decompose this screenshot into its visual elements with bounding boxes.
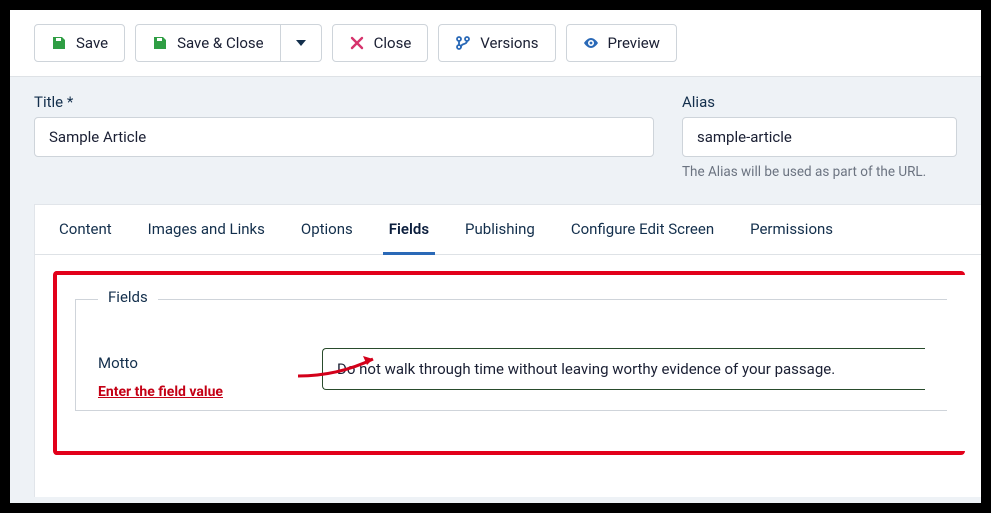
preview-button[interactable]: Preview xyxy=(566,24,677,62)
motto-input[interactable] xyxy=(322,348,925,390)
close-icon xyxy=(349,35,365,51)
fields-fieldset: Fields Motto Enter the field value xyxy=(75,299,947,411)
save-close-group: Save & Close xyxy=(135,24,322,62)
title-input[interactable] xyxy=(34,117,654,157)
title-alias-row: Title * Alias The Alias will be used as … xyxy=(10,77,981,188)
close-label: Close xyxy=(374,34,412,52)
fields-legend: Fields xyxy=(98,288,158,306)
versions-button[interactable]: Versions xyxy=(438,24,555,62)
tabs-panel: Content Images and Links Options Fields … xyxy=(34,204,981,497)
chevron-down-icon xyxy=(293,35,309,51)
tab-permissions[interactable]: Permissions xyxy=(744,206,839,255)
save-icon xyxy=(51,35,67,51)
tab-content[interactable]: Content xyxy=(53,206,118,255)
tab-options[interactable]: Options xyxy=(295,206,359,255)
branch-icon xyxy=(455,35,471,51)
save-close-dropdown[interactable] xyxy=(281,24,322,62)
alias-hint: The Alias will be used as part of the UR… xyxy=(682,164,957,180)
annotation-highlight: Fields Motto Enter the field value xyxy=(53,271,965,455)
motto-label: Motto xyxy=(98,354,288,372)
save-icon xyxy=(152,35,168,51)
tab-publishing[interactable]: Publishing xyxy=(459,206,541,255)
save-close-button[interactable]: Save & Close xyxy=(135,24,281,62)
versions-label: Versions xyxy=(480,34,538,52)
tab-images-links[interactable]: Images and Links xyxy=(142,206,271,255)
annotation-text: Enter the field value xyxy=(98,384,223,400)
toolbar: Save Save & Close xyxy=(10,10,981,77)
tab-fields[interactable]: Fields xyxy=(383,206,435,255)
save-close-label: Save & Close xyxy=(177,34,264,52)
title-label: Title * xyxy=(34,93,654,111)
save-label: Save xyxy=(76,34,108,52)
close-button[interactable]: Close xyxy=(332,24,429,62)
tab-body: Fields Motto Enter the field value xyxy=(35,255,981,497)
alias-input[interactable] xyxy=(682,117,957,157)
save-button[interactable]: Save xyxy=(34,24,125,62)
eye-icon xyxy=(583,35,599,51)
tab-list: Content Images and Links Options Fields … xyxy=(35,205,981,255)
tab-edit-screen[interactable]: Configure Edit Screen xyxy=(565,206,720,255)
alias-label: Alias xyxy=(682,93,957,111)
preview-label: Preview xyxy=(608,34,660,52)
